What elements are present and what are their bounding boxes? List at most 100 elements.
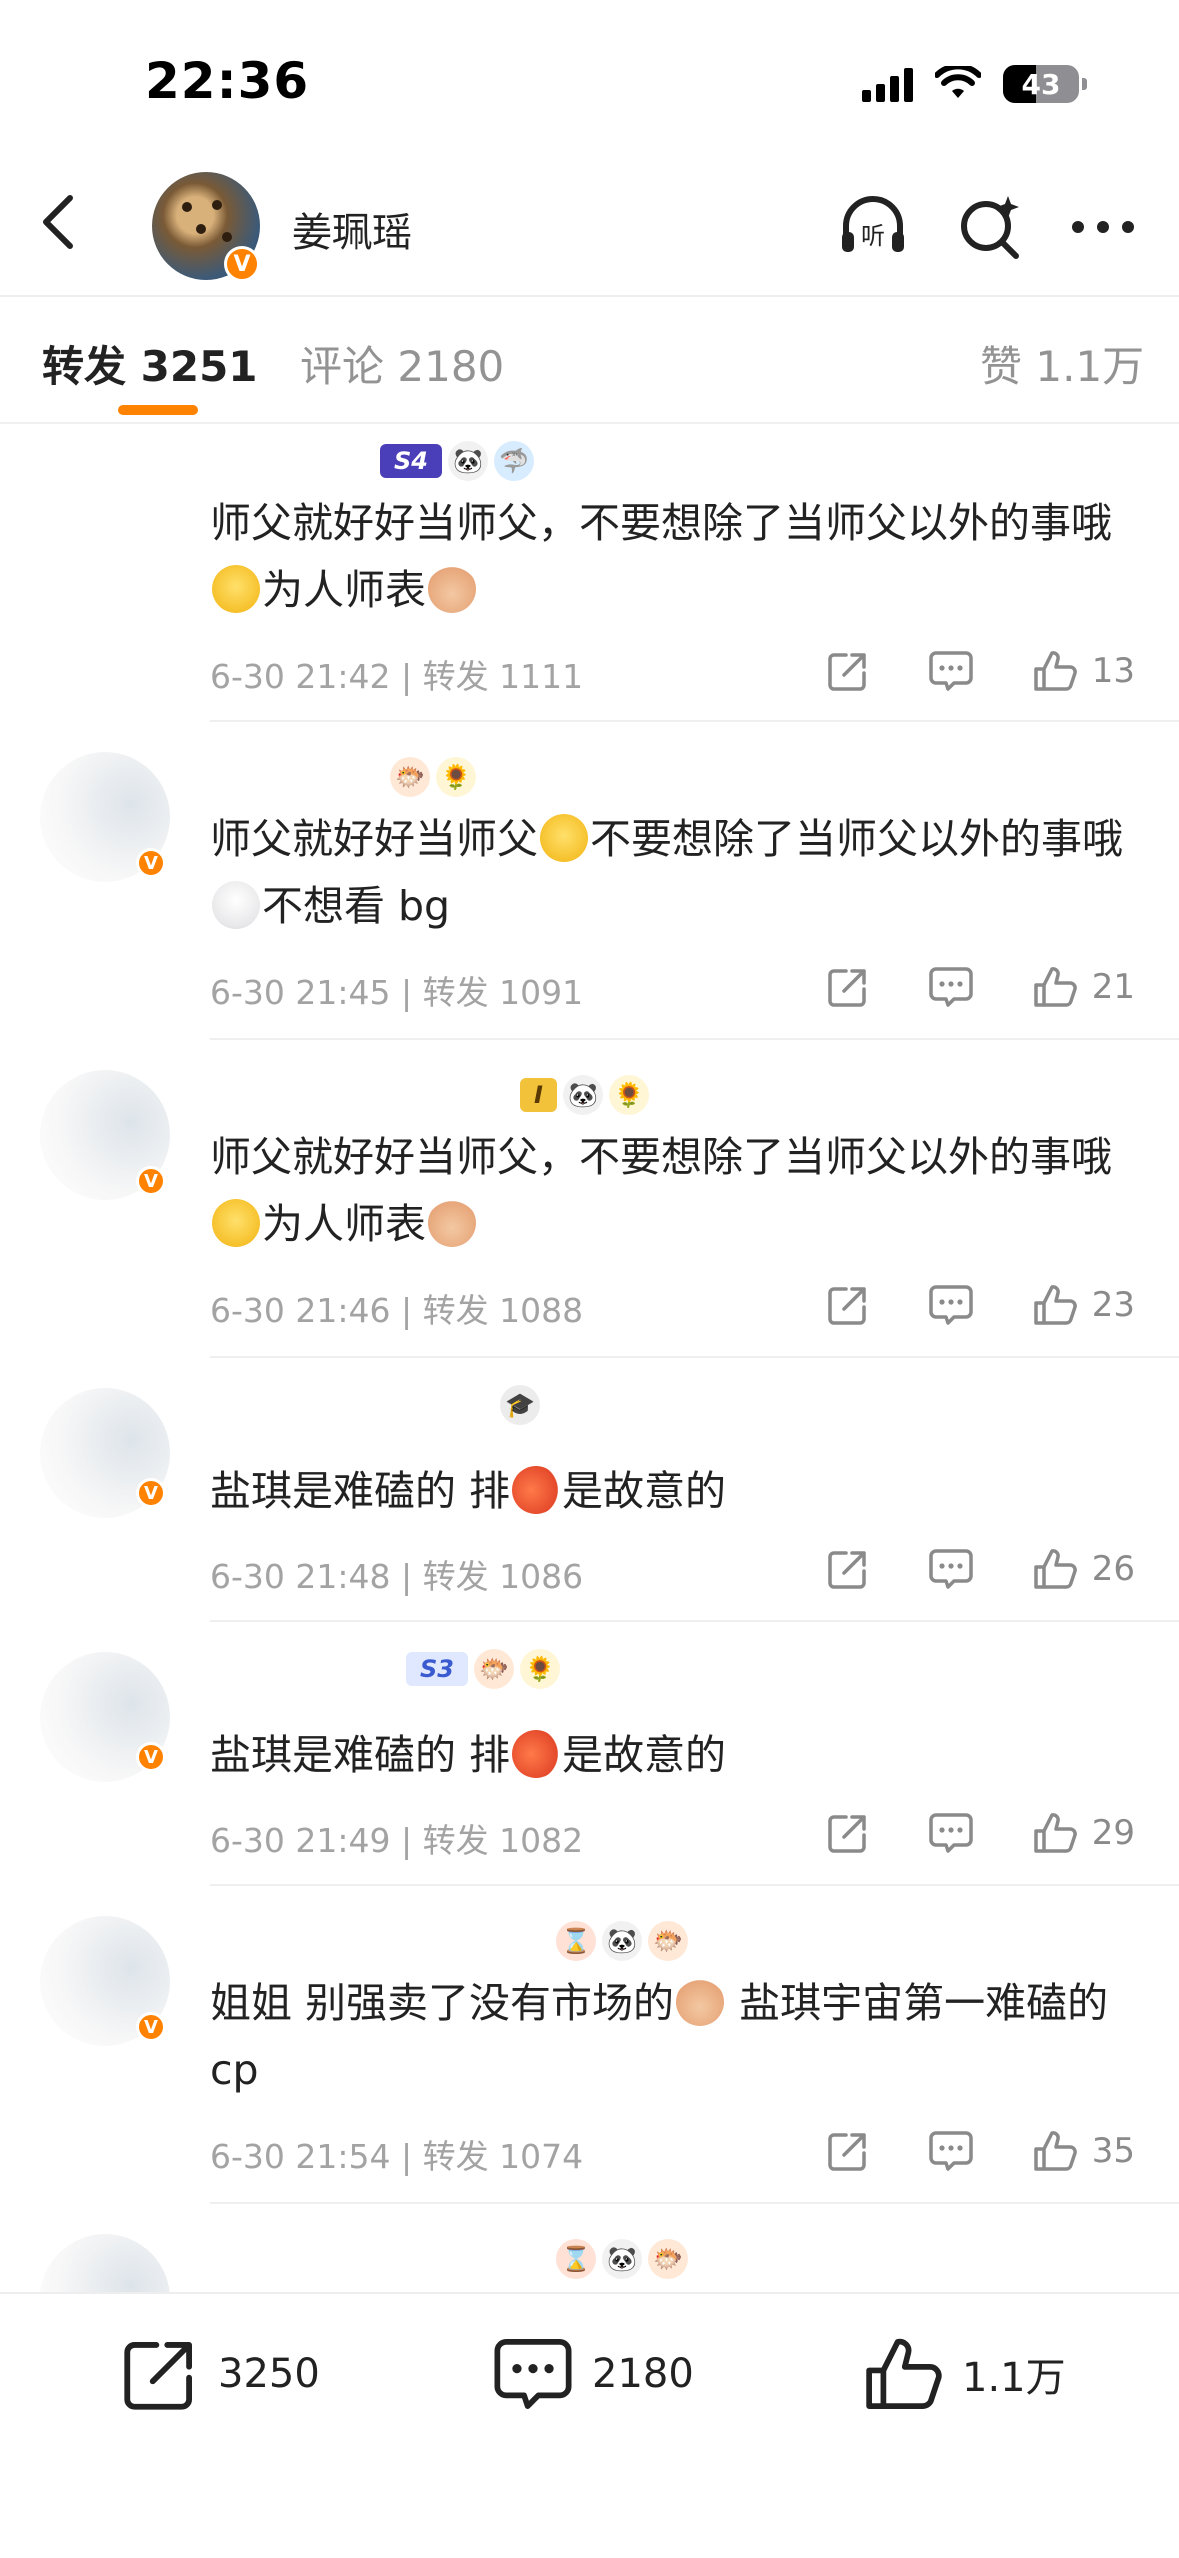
repost-text: 盐琪是难磕的 排是故意的 — [210, 1730, 727, 1779]
panda-icon: 🐼 — [447, 441, 488, 481]
list-item: V S3 🐡 🌻 盐琪是难磕的 排是故意的 6-30 21:49 | 转发 10… — [0, 1622, 1179, 1886]
share-icon — [827, 653, 866, 691]
comment-button[interactable] — [928, 1547, 974, 1591]
comment-button[interactable] — [928, 1811, 974, 1855]
list-item: S4 🐼 🦈 师父就好好当师父，不要想除了当师父以外的事哦为人师表 6-30 2… — [0, 424, 1179, 722]
comment-count: 2180 — [592, 2351, 694, 2397]
comment-button[interactable]: 2180 — [492, 2334, 694, 2414]
share-icon — [124, 2342, 192, 2410]
thumbs-up-icon — [1033, 1285, 1077, 1325]
comment-icon — [928, 2131, 973, 2171]
share-button[interactable] — [826, 649, 870, 693]
cellular-signal-icon — [862, 66, 913, 102]
like-count: 21 — [1091, 967, 1135, 1007]
laugh-cry-emoji-icon — [540, 814, 588, 862]
like-button[interactable]: 21 — [1032, 965, 1135, 1009]
fish-icon: 🐡 — [648, 2239, 688, 2279]
sunflower-icon: 🌻 — [608, 1075, 649, 1115]
like-button[interactable]: 1.1万 — [862, 2334, 1066, 2414]
user-badges: S3 🐡 🌻 — [406, 1648, 560, 1690]
list-item: V I 🐼 🌻 师父就好好当师父，不要想除了当师父以外的事哦为人师表 6-30 … — [0, 1040, 1179, 1358]
list-item: ⌛ 🐼 🐡 — [0, 2204, 1179, 2292]
repost-list[interactable]: S4 🐼 🦈 师父就好好当师父，不要想除了当师父以外的事哦为人师表 6-30 2… — [0, 424, 1179, 2292]
list-item: V 🎓 盐琪是难磕的 排是故意的 6-30 21:48 | 转发 1086 26 — [0, 1358, 1179, 1622]
username[interactable]: 姜珮瑶 — [292, 200, 412, 258]
tab-comment[interactable]: 评论 2180 — [300, 333, 504, 394]
like-count: 29 — [1091, 1813, 1135, 1853]
user-badges: 🐡 🌻 — [390, 756, 476, 798]
thumbs-up-icon — [1033, 1549, 1077, 1589]
item-actions: 29 — [826, 1808, 1135, 1858]
level-chip: S3 — [406, 1652, 468, 1686]
like-count: 26 — [1091, 1549, 1135, 1589]
user-badges: ⌛ 🐼 🐡 — [556, 1920, 688, 1962]
like-button[interactable]: 26 — [1032, 1547, 1135, 1591]
verified-badge-icon: V — [136, 1478, 166, 1508]
comment-icon — [928, 651, 973, 691]
comment-button[interactable] — [928, 1283, 974, 1327]
search-icon[interactable] — [954, 190, 1028, 264]
share-button[interactable] — [826, 1547, 870, 1591]
comment-button[interactable] — [928, 649, 974, 693]
graduation-cap-icon: 🎓 — [500, 1385, 540, 1425]
tab-repost[interactable]: 转发 3251 — [42, 333, 258, 394]
verified-badge-icon: V — [136, 848, 166, 878]
fish-icon: 🐡 — [648, 1921, 688, 1961]
like-button[interactable]: 29 — [1032, 1811, 1135, 1855]
comment-button[interactable] — [928, 965, 974, 1009]
like-button[interactable]: 23 — [1032, 1283, 1135, 1327]
tab-like[interactable]: 赞 1.1万 — [980, 333, 1144, 394]
avatar[interactable] — [40, 2234, 170, 2292]
repost-meta: 6-30 21:45 | 转发 1091 — [210, 973, 584, 1012]
status-icons: 43 — [862, 62, 1087, 106]
user-badges: 🎓 — [500, 1384, 540, 1426]
shrimp-emoji-icon — [512, 1466, 561, 1514]
share-button[interactable] — [826, 2129, 870, 2173]
like-button[interactable]: 35 — [1032, 2129, 1135, 2173]
repost-count: 3250 — [218, 2351, 320, 2397]
more-icon[interactable] — [1066, 190, 1140, 264]
repost-meta: 6-30 21:54 | 转发 1074 — [210, 2137, 584, 2176]
comment-button[interactable] — [928, 2129, 974, 2173]
user-badges: S4 🐼 🦈 — [380, 440, 534, 482]
repost-text: 姐姐 别强卖了没有市场的 盐琪宇宙第一难磕的 cp — [210, 1978, 1109, 2094]
list-item: V ⌛ 🐼 🐡 姐姐 别强卖了没有市场的 盐琪宇宙第一难磕的 cp 6-30 2… — [0, 1886, 1179, 2204]
share-button[interactable] — [826, 1283, 870, 1327]
fish-icon: 🐡 — [473, 1649, 514, 1689]
finger-heart-emoji-icon — [428, 1199, 476, 1247]
level-chip: I — [520, 1078, 557, 1112]
sunflower-icon: 🌻 — [519, 1649, 560, 1689]
share-icon — [827, 1551, 866, 1589]
battery-level: 43 — [1021, 67, 1061, 101]
thumbs-up-icon — [1033, 967, 1077, 1007]
level-chip: S4 — [380, 444, 442, 478]
repost-button[interactable]: 3250 — [120, 2334, 320, 2414]
like-button[interactable]: 13 — [1032, 649, 1135, 693]
panda-icon: 🐼 — [602, 1921, 642, 1961]
panda-icon: 🐼 — [562, 1075, 603, 1115]
comment-icon — [494, 2339, 572, 2409]
listen-icon[interactable]: 听 — [836, 190, 910, 264]
thumbs-up-icon — [1033, 651, 1077, 691]
user-badges: ⌛ 🐼 🐡 — [556, 2238, 688, 2280]
share-button[interactable] — [826, 1811, 870, 1855]
back-icon[interactable] — [32, 192, 92, 252]
user-badges: I 🐼 🌻 — [520, 1074, 649, 1116]
share-icon — [827, 2133, 866, 2171]
share-button[interactable] — [826, 965, 870, 1009]
item-actions: 21 — [826, 962, 1135, 1012]
comment-icon — [928, 967, 973, 1007]
hourglass-icon: ⌛ — [556, 1921, 596, 1961]
repost-meta: 6-30 21:42 | 转发 1111 — [210, 657, 584, 696]
repost-meta: 6-30 21:49 | 转发 1082 — [210, 1821, 584, 1860]
repost-meta: 6-30 21:46 | 转发 1088 — [210, 1291, 584, 1330]
repost-text: 盐琪是难磕的 排是故意的 — [210, 1466, 727, 1515]
repost-text: 师父就好好当师父，不要想除了当师父以外的事哦为人师表 — [210, 499, 1112, 614]
list-item: V 🐡 🌻 师父就好好当师父 不要想除了当师父以外的事哦不想看 bg 6-30 2… — [0, 722, 1179, 1040]
like-count: 1.1万 — [962, 2355, 1066, 2401]
item-actions: 26 — [826, 1544, 1135, 1594]
comment-icon — [928, 1549, 973, 1589]
finger-heart-emoji-icon — [428, 565, 476, 613]
thumbs-up-icon — [1033, 2131, 1077, 2171]
svg-text:听: 听 — [861, 222, 885, 250]
